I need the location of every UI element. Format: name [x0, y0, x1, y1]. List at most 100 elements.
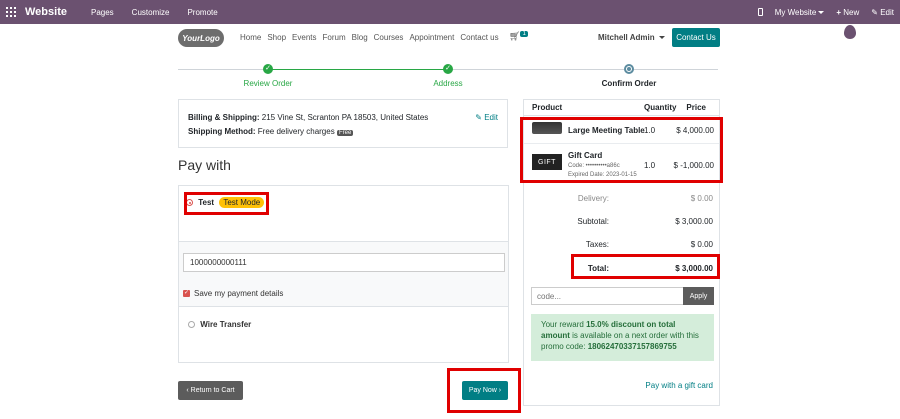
edit-label: Edit — [880, 7, 894, 17]
mobile-preview-icon[interactable] — [757, 8, 763, 16]
pay-with-gift-card-link[interactable]: Pay with a gift card — [524, 381, 713, 390]
reward-text: Your reward — [541, 320, 587, 329]
nav-home[interactable]: Home — [240, 33, 261, 42]
gift-card-code: Code: ••••••••••a86c — [568, 163, 620, 169]
cart-button[interactable]: 🛒︎ 1 — [509, 31, 528, 42]
admin-menu-pages[interactable]: Pages — [91, 8, 114, 17]
payment-option-wire-transfer[interactable]: Wire Transfer — [188, 320, 251, 329]
step-review-check-icon: ✓ — [263, 64, 273, 74]
reward-alert: Your reward 15.0% discount on total amou… — [531, 314, 714, 361]
website-selector-label: My Website — [774, 7, 817, 17]
product-price: $ 4,000.00 — [676, 126, 714, 135]
website-selector[interactable]: My Website — [775, 8, 825, 17]
summary-header: Product Quantity Price — [524, 100, 719, 116]
nav-courses[interactable]: Courses — [374, 33, 404, 42]
payment-option-test[interactable]: Test Test Mode — [186, 197, 265, 208]
card-number-input[interactable] — [183, 253, 505, 272]
product-name[interactable]: Large Meeting Table — [568, 126, 645, 135]
step-address-check-icon: ✓ — [443, 64, 453, 74]
shopping-cart-icon: 🛒︎ — [509, 31, 521, 41]
delivery-value: $ 0.00 — [690, 194, 713, 203]
nav-blog[interactable]: Blog — [352, 33, 368, 42]
delivery-label: Delivery: — [577, 194, 609, 203]
wizard-line — [448, 69, 718, 70]
cart-count-badge: 1 — [520, 31, 528, 37]
order-summary: Product Quantity Price Large Meeting Tab… — [523, 99, 720, 406]
billing-address: 215 Vine St, Scranton PA 18503, United S… — [261, 113, 429, 122]
nav-contact[interactable]: Contact us — [460, 33, 498, 42]
subtotal-value: $ 3,000.00 — [675, 217, 713, 226]
reward-promo-code: 18062470337157869755 — [587, 342, 677, 351]
billing-summary: Billing & Shipping: 215 Vine St, Scranto… — [178, 99, 508, 148]
total-value: $ 3,000.00 — [675, 264, 713, 273]
gift-card-expiry: Expired Date: 2023-01-15 — [568, 172, 637, 178]
chevron-down-icon — [658, 36, 665, 40]
apply-promo-button[interactable]: Apply — [683, 287, 714, 305]
header-quantity: Quantity — [644, 103, 677, 112]
step-confirm-dot-icon — [624, 64, 634, 74]
site-logo[interactable]: YourLogo — [178, 29, 224, 47]
theme-drop-icon[interactable] — [844, 25, 856, 39]
pay-with-title: Pay with — [178, 157, 231, 173]
admin-right-controls: My Website + New ✎ Edit — [757, 0, 894, 24]
test-mode-badge: Test Mode — [219, 197, 265, 208]
step-address[interactable]: Address — [408, 79, 488, 88]
wizard-line — [178, 69, 268, 70]
order-line: Large Meeting Table 1.0 $ 4,000.00 — [524, 116, 719, 144]
new-label: New — [843, 7, 860, 17]
step-review-order[interactable]: Review Order — [228, 79, 308, 88]
admin-brand[interactable]: Website — [25, 6, 67, 18]
billing-line: Billing & Shipping: 215 Vine St, Scranto… — [188, 111, 498, 125]
promo-code-input[interactable] — [531, 287, 684, 305]
chevron-down-icon — [818, 10, 825, 14]
free-badge: Free — [336, 130, 354, 136]
nav-appointment[interactable]: Appointment — [409, 33, 454, 42]
edit-button[interactable]: ✎ Edit — [871, 8, 894, 17]
return-to-cart-button[interactable]: ‹ Return to Cart — [178, 381, 243, 400]
payment-option-test-label: Test — [198, 198, 215, 207]
pay-now-label: Pay Now — [468, 387, 497, 394]
pencil-icon: ✎ — [871, 7, 878, 17]
user-name: Mitchell Admin — [598, 33, 655, 42]
header-product: Product — [532, 103, 563, 112]
admin-menu: Pages Customize Promote — [91, 8, 218, 17]
nav-forum[interactable]: Forum — [323, 33, 346, 42]
chevron-right-icon: › — [496, 387, 502, 394]
product-image-meeting-table — [532, 122, 562, 134]
radio-unselected-icon[interactable] — [188, 321, 195, 329]
edit-link-label: Edit — [484, 113, 498, 122]
product-qty: 1.0 — [644, 126, 656, 135]
header-price: Price — [686, 103, 706, 112]
return-to-cart-label: Return to Cart — [190, 387, 235, 394]
billing-label: Billing & Shipping: — [188, 113, 260, 122]
user-menu[interactable]: Mitchell Admin — [598, 33, 665, 42]
pay-now-button[interactable]: Pay Now › — [462, 381, 508, 400]
product-image-gift-card: GIFT — [532, 154, 562, 170]
total-label: Total: — [587, 264, 609, 273]
product-price: $ -1,000.00 — [673, 161, 714, 170]
shipping-line: Shipping Method: Free delivery charges F… — [188, 125, 498, 140]
order-line: GIFT Gift Card Code: ••••••••••a86c Expi… — [524, 144, 719, 182]
product-name[interactable]: Gift Card — [568, 151, 602, 160]
taxes-label: Taxes: — [585, 240, 609, 249]
new-button[interactable]: + New — [836, 8, 859, 17]
product-qty: 1.0 — [644, 161, 656, 170]
admin-menu-customize[interactable]: Customize — [132, 8, 170, 17]
site-header: YourLogo Home Shop Events Forum Blog Cou… — [0, 24, 900, 52]
apps-grid-icon[interactable] — [6, 7, 16, 17]
edit-address-link[interactable]: ✎ Edit — [475, 111, 498, 125]
nav-shop[interactable]: Shop — [267, 33, 286, 42]
payment-options: Test Test Mode ✓Save my payment details … — [178, 185, 509, 363]
nav-events[interactable]: Events — [292, 33, 316, 42]
contact-us-button[interactable]: Contact Us — [672, 28, 720, 47]
main-nav: Home Shop Events Forum Blog Courses Appo… — [240, 33, 499, 42]
taxes-value: $ 0.00 — [690, 240, 713, 249]
shipping-method: Free delivery charges — [257, 127, 335, 136]
subtotal-label: Subtotal: — [577, 217, 609, 226]
shipping-label: Shipping Method: — [188, 127, 256, 136]
checkbox-checked-icon[interactable]: ✓ — [183, 290, 190, 298]
card-details-panel: ✓ Save my payment details — [179, 241, 508, 307]
admin-menu-promote[interactable]: Promote — [187, 8, 217, 17]
radio-selected-icon[interactable] — [186, 199, 193, 207]
save-payment-details[interactable]: ✓ Save my payment details — [183, 289, 283, 298]
